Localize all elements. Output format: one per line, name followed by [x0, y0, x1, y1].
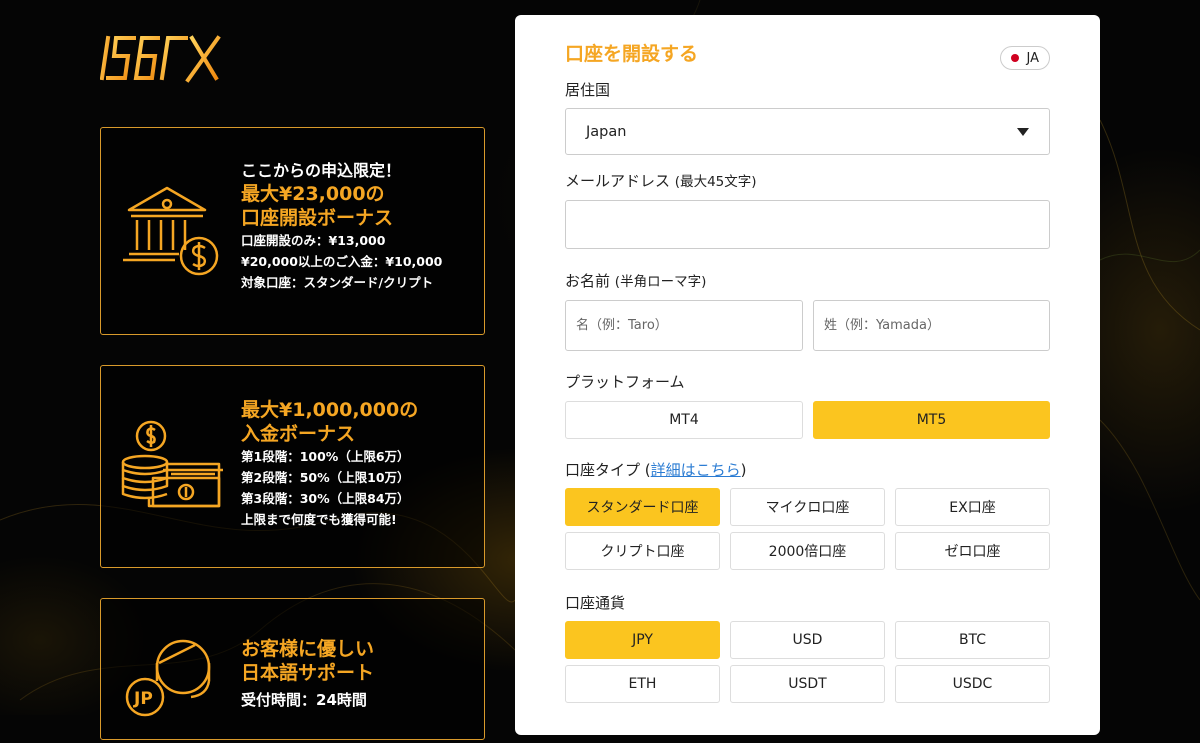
- email-label: メールアドレス (最大45文字): [565, 170, 757, 191]
- coins-cash-icon: [121, 420, 223, 508]
- promo-japanese-support: JP お客様に優しい 日本語サポート 受付時間：24時間: [100, 598, 485, 740]
- promo-headline: 最大¥1,000,000の: [241, 399, 419, 421]
- promo-headline: 日本語サポート: [241, 662, 375, 684]
- platform-option-mt5[interactable]: MT5: [813, 401, 1050, 439]
- account-type-label: 口座タイプ (詳細はこちら): [565, 459, 747, 480]
- promo-detail: ¥20,000以上のご入金：¥10,000: [241, 254, 443, 269]
- promo-account-bonus: ここからの申込限定！ 最大¥23,000の 口座開設ボーナス 口座開設のみ：¥1…: [100, 127, 485, 335]
- country-label: 居住国: [565, 81, 611, 99]
- paren-close: ): [740, 461, 747, 479]
- currency-jpy[interactable]: JPY: [565, 621, 720, 659]
- promo-detail: 対象口座：スタンダード/クリプト: [241, 275, 434, 290]
- promo-detail: 第2段階：50%（上限10万）: [241, 470, 410, 485]
- account-type-zero[interactable]: ゼロ口座: [895, 532, 1050, 570]
- brand-logo[interactable]: [100, 32, 222, 84]
- currency-eth[interactable]: ETH: [565, 665, 720, 703]
- promo-headline: 最大¥23,000の: [241, 183, 385, 205]
- promo-headline: 入金ボーナス: [241, 423, 356, 445]
- account-type-2000x[interactable]: 2000倍口座: [730, 532, 885, 570]
- support-badge-text: JP: [133, 689, 153, 709]
- bank-coin-icon: [123, 186, 219, 276]
- account-type-standard[interactable]: スタンダード口座: [565, 488, 720, 526]
- country-value: Japan: [586, 123, 627, 140]
- promo-detail: 第3段階：30%（上限84万）: [241, 491, 410, 506]
- account-type-details-link[interactable]: 詳細はこちら: [651, 461, 741, 479]
- language-selector[interactable]: JA: [999, 46, 1050, 70]
- promo-detail: 第1段階：100%（上限6万）: [241, 449, 410, 464]
- japan-flag-icon: [1010, 54, 1019, 62]
- name-label: お名前 (半角ローマ字): [565, 270, 706, 291]
- first-name-input[interactable]: [565, 300, 803, 351]
- email-label-hint: (最大45文字): [674, 174, 757, 190]
- account-type-label-text: 口座タイプ: [565, 461, 641, 479]
- name-label-text: お名前: [565, 272, 611, 290]
- signup-form-panel: 口座を開設する JA 居住国 Japan メールアドレス (最大45文字) お名…: [515, 15, 1100, 735]
- platform-label: プラットフォーム: [565, 373, 685, 391]
- email-label-text: メールアドレス: [565, 172, 671, 190]
- promo-detail: 上限まで何度でも獲得可能!: [241, 512, 397, 527]
- chevron-down-icon: [1017, 128, 1029, 136]
- support-agent-icon: JP: [125, 639, 211, 717]
- account-type-micro[interactable]: マイクロ口座: [730, 488, 885, 526]
- currency-usd[interactable]: USD: [730, 621, 885, 659]
- currency-usdc[interactable]: USDC: [895, 665, 1050, 703]
- promo-headline: お客様に優しい: [241, 638, 375, 660]
- promo-detail: 受付時間：24時間: [241, 691, 367, 709]
- currency-label: 口座通貨: [565, 594, 626, 612]
- name-label-hint: (半角ローマ字): [614, 274, 707, 290]
- form-title: 口座を開設する: [565, 43, 699, 65]
- currency-btc[interactable]: BTC: [895, 621, 1050, 659]
- currency-usdt[interactable]: USDT: [730, 665, 885, 703]
- promo-deposit-bonus: 最大¥1,000,000の 入金ボーナス 第1段階：100%（上限6万） 第2段…: [100, 365, 485, 568]
- platform-option-mt4[interactable]: MT4: [565, 401, 803, 439]
- promo-lead: ここからの申込限定！: [241, 161, 402, 180]
- account-type-ex[interactable]: EX口座: [895, 488, 1050, 526]
- email-input[interactable]: [565, 200, 1050, 249]
- account-type-crypto[interactable]: クリプト口座: [565, 532, 720, 570]
- country-select[interactable]: Japan: [565, 108, 1050, 155]
- promo-headline: 口座開設ボーナス: [241, 207, 394, 229]
- promo-detail: 口座開設のみ：¥13,000: [241, 233, 386, 248]
- language-code: JA: [1026, 50, 1040, 66]
- last-name-input[interactable]: [813, 300, 1050, 351]
